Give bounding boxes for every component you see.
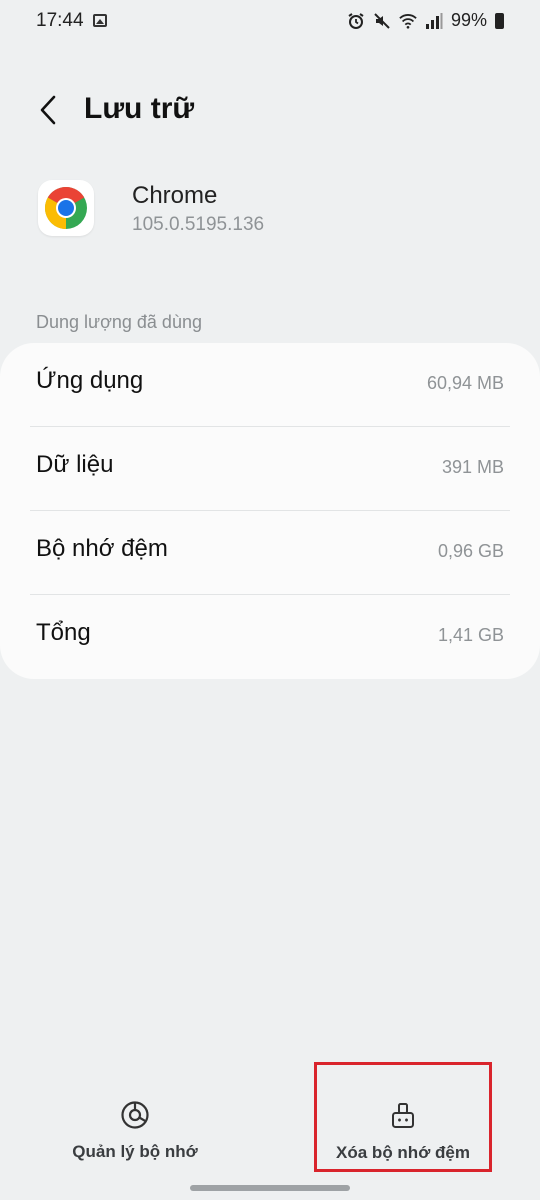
row-value: 391 MB: [441, 457, 504, 477]
status-bar: 17:44 99%: [0, 0, 540, 44]
chevron-left-icon: [40, 95, 56, 125]
mute-icon: [374, 12, 390, 29]
battery-percent: 99%: [450, 10, 487, 30]
bottom-nav: Quản lý bộ nhớ Xóa bộ nhớ đệm: [0, 1062, 540, 1172]
storage-card: Ứng dụng 60,94 MB Dữ liệu 391 MB Bộ nhớ …: [0, 343, 540, 679]
gallery-icon: [93, 14, 107, 27]
row-value: 60,94 MB: [426, 373, 504, 393]
status-time: 17:44: [36, 10, 84, 31]
row-value: 0,96 GB: [437, 541, 504, 561]
storage-row-app: Ứng dụng 60,94 MB: [0, 343, 540, 427]
row-label: Bộ nhớ đệm: [36, 535, 168, 562]
clear-cache-label: Xóa bộ nhớ đệm: [336, 1143, 470, 1162]
battery-icon: [495, 12, 504, 29]
app-info: Chrome 105.0.5195.136: [0, 178, 540, 248]
manage-storage-label: Quản lý bộ nhớ: [72, 1142, 198, 1161]
manage-storage-button[interactable]: Quản lý bộ nhớ: [0, 1062, 270, 1172]
signal-icon: [425, 12, 443, 29]
header: Lưu trữ: [0, 80, 540, 140]
row-value: 1,41 GB: [437, 625, 504, 645]
app-version: 105.0.5195.136: [132, 214, 265, 235]
row-label: Dữ liệu: [36, 451, 114, 478]
status-icons: 99%: [347, 10, 504, 31]
row-label: Ứng dụng: [36, 367, 144, 394]
storage-chart-icon: [120, 1100, 150, 1130]
wifi-icon: [399, 13, 417, 29]
home-indicator[interactable]: [190, 1185, 350, 1191]
app-name: Chrome: [132, 182, 218, 209]
broom-icon: [388, 1101, 418, 1131]
storage-row-total: Tổng 1,41 GB: [0, 595, 540, 679]
page-title: Lưu trữ: [84, 92, 195, 125]
alarm-icon: [348, 12, 364, 29]
row-label: Tổng: [36, 619, 91, 646]
chrome-icon: [38, 180, 94, 236]
chrome-logo-icon: [44, 186, 87, 229]
back-button[interactable]: [28, 88, 68, 132]
section-label-storage-used: Dung lượng đã dùng: [36, 312, 202, 332]
storage-row-data: Dữ liệu 391 MB: [0, 427, 540, 511]
clear-cache-button[interactable]: Xóa bộ nhớ đệm: [314, 1062, 492, 1172]
storage-row-cache: Bộ nhớ đệm 0,96 GB: [0, 511, 540, 595]
